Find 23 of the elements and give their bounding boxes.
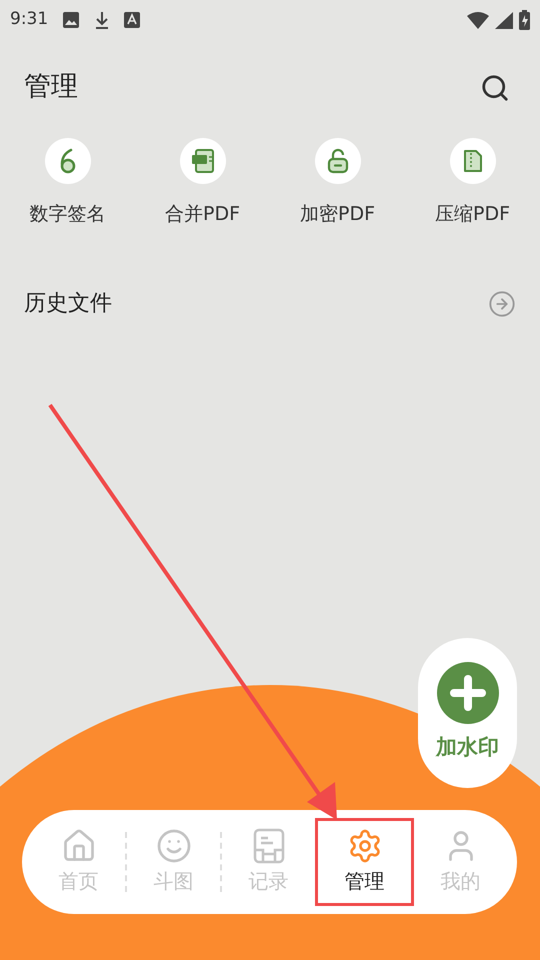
tool-button[interactable]: 加密PDF <box>270 138 405 228</box>
zip-file-icon <box>462 148 484 174</box>
tool-button[interactable]: 数字签名 <box>0 138 135 228</box>
signal-icon <box>495 12 513 28</box>
smiley-icon <box>156 828 192 864</box>
unlocked-padlock-icon <box>326 148 350 174</box>
nav-tab[interactable]: 管理 <box>315 818 414 906</box>
font-icon <box>124 12 140 28</box>
download-icon <box>94 11 110 29</box>
pdf-file-icon <box>190 148 216 174</box>
wifi-icon <box>467 12 489 28</box>
search-icon[interactable] <box>480 72 510 102</box>
history-files-row[interactable]: 历史文件 <box>0 278 540 328</box>
page-title: 管理 <box>24 70 78 104</box>
image-icon <box>62 11 80 29</box>
tool-button[interactable]: 合并PDF <box>135 138 270 228</box>
add-watermark-button[interactable]: 加水印 <box>418 638 517 788</box>
arrow-right-icon <box>488 290 516 318</box>
battery-icon <box>519 10 530 30</box>
tool-button[interactable]: 压缩PDF <box>405 138 540 228</box>
plus-icon <box>436 662 498 724</box>
status-time: 9:31 <box>10 8 48 32</box>
document-icon <box>252 828 286 864</box>
